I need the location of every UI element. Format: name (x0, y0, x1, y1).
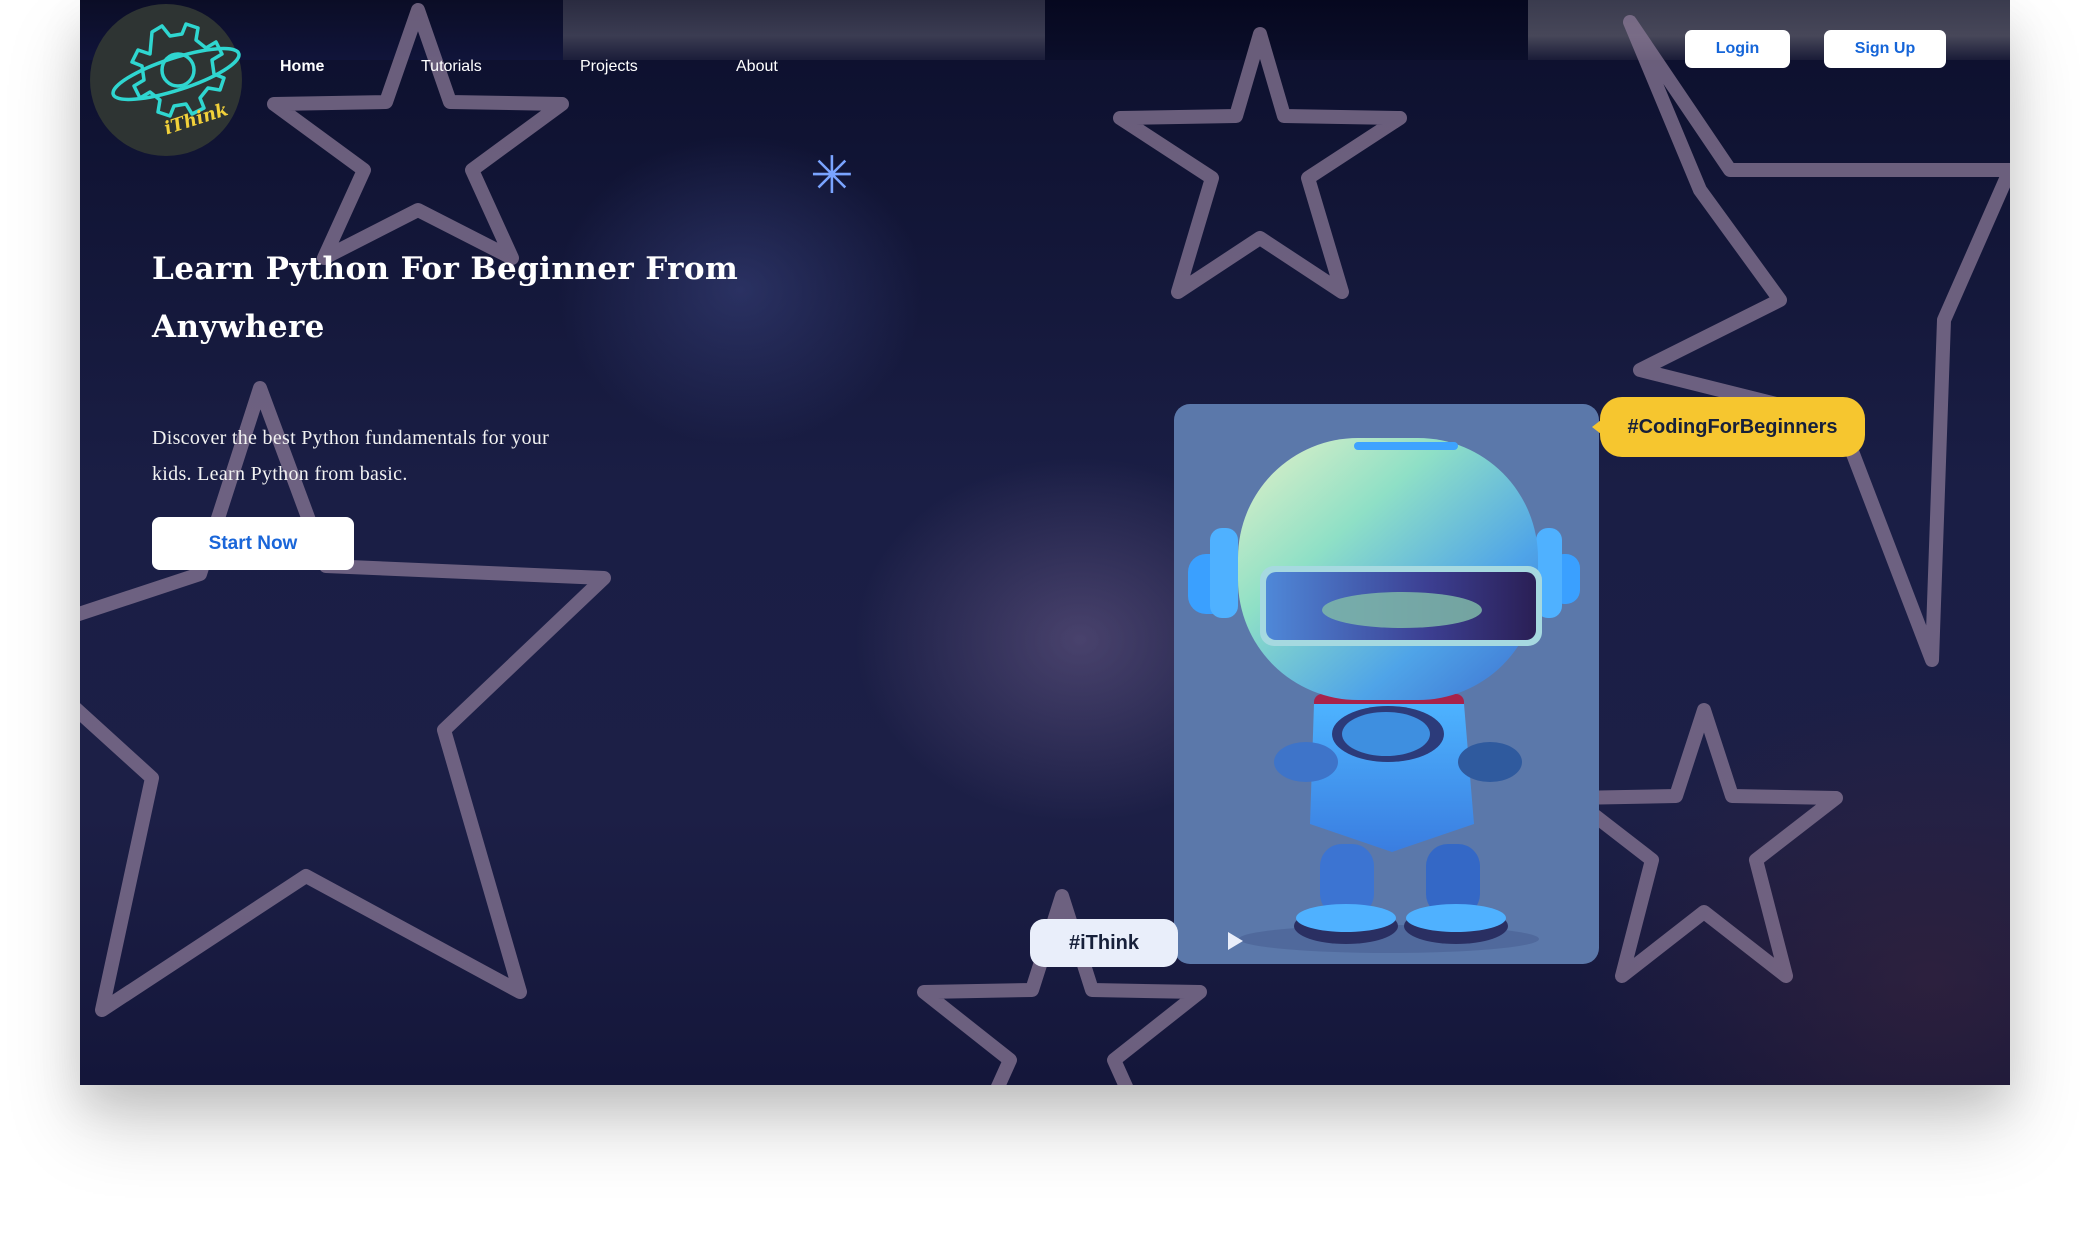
nav-item-home[interactable]: Home (280, 58, 324, 76)
star-shape (1113, 27, 1407, 299)
asterisk-icon: ✳ (810, 146, 854, 206)
nav-item-about[interactable]: About (736, 58, 778, 76)
hero-headline: Learn Python For Beginner From Anywhere (152, 251, 739, 345)
robot-showcase-card (1174, 404, 1599, 964)
play-icon[interactable] (1228, 932, 1243, 950)
nav-item-projects[interactable]: Projects (580, 58, 638, 76)
star-shape (267, 3, 569, 265)
login-button[interactable]: Login (1685, 30, 1790, 68)
landing-page: iThink Home Tutorials Projects About Log… (80, 0, 2010, 1085)
star-shape (1623, 15, 2010, 667)
logo-wordmark: iThink (162, 99, 231, 139)
star-shape (1565, 703, 1843, 983)
nav-item-tutorials[interactable]: Tutorials (421, 58, 482, 76)
ithink-tag: #iThink (1030, 919, 1178, 967)
coding-for-beginners-tag: #CodingForBeginners (1592, 397, 1865, 457)
site-logo[interactable]: iThink (90, 4, 242, 156)
start-now-button[interactable]: Start Now (152, 517, 354, 570)
signup-button[interactable]: Sign Up (1824, 30, 1946, 68)
gear-planet-logo-icon: iThink (111, 22, 241, 139)
robot-illustration (1188, 438, 1580, 953)
hero-subtext: Discover the best Python fundamentals fo… (152, 427, 550, 485)
